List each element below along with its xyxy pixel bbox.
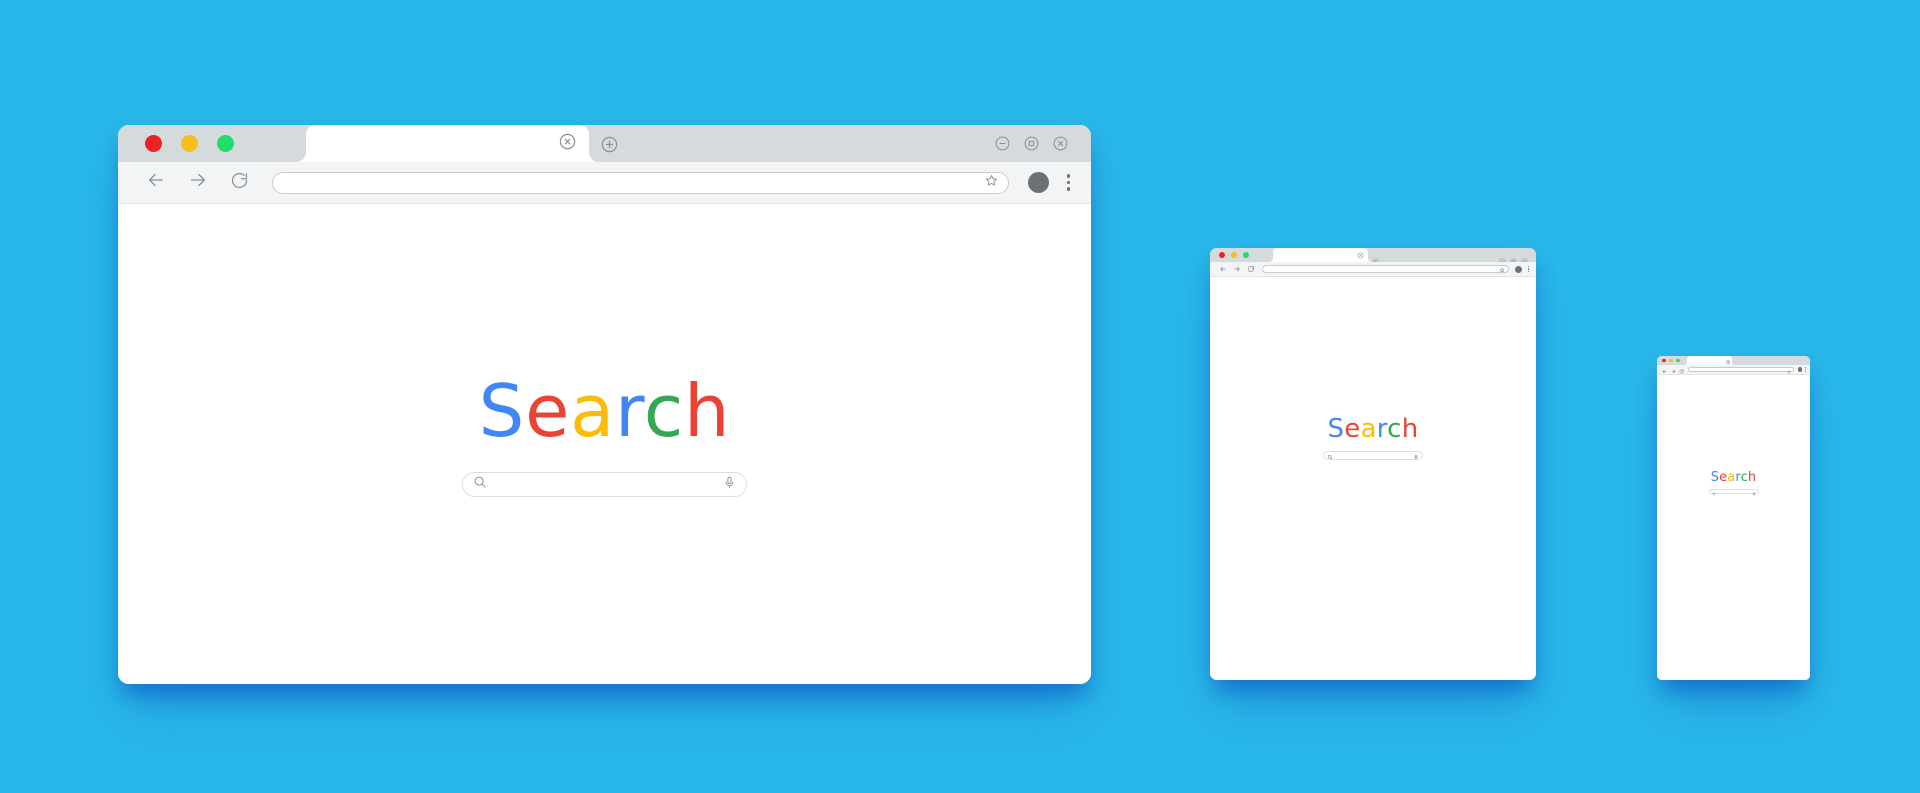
logo-letter-0: S <box>478 369 526 453</box>
browser-window-desktop: Search <box>118 125 1091 684</box>
search-input-phone[interactable] <box>1708 489 1759 496</box>
page-viewport-phone: Search <box>1657 375 1810 680</box>
forward-arrow-icon[interactable] <box>1233 260 1241 278</box>
minimize-light-icon[interactable] <box>181 135 198 152</box>
page-viewport-desktop: Search <box>118 204 1091 684</box>
overflow-menu-icon[interactable] <box>1066 174 1070 191</box>
microphone-icon[interactable] <box>1413 447 1419 465</box>
mockup-stage: Search Search Search <box>0 0 1920 793</box>
search-icon <box>1327 447 1333 465</box>
zoom-light-icon[interactable] <box>217 135 234 152</box>
close-icon[interactable] <box>558 132 577 156</box>
logo-letter-5: h <box>684 369 731 453</box>
maximize-icon[interactable] <box>1023 135 1040 157</box>
zoom-light-icon[interactable] <box>1243 252 1249 258</box>
logo-letter-1: e <box>525 369 571 453</box>
back-arrow-icon[interactable] <box>145 169 167 196</box>
reload-icon[interactable] <box>229 170 250 196</box>
window-close-icon[interactable] <box>1052 135 1069 157</box>
traffic-lights-tablet <box>1219 252 1249 258</box>
forward-arrow-icon[interactable] <box>187 169 209 196</box>
search-icon <box>1712 483 1716 501</box>
browser-window-phone: Search <box>1657 356 1810 680</box>
browser-tab-tablet[interactable] <box>1265 248 1376 262</box>
search-icon <box>472 474 488 495</box>
logo-letter-4: c <box>643 369 684 453</box>
search-logo-desktop: Search <box>479 375 731 447</box>
overflow-menu-icon[interactable] <box>1805 367 1806 372</box>
logo-letter-4: c <box>1740 470 1748 485</box>
logo-letter-3: r <box>1376 414 1388 444</box>
toolbar-tablet <box>1210 262 1536 277</box>
logo-letter-1: e <box>1344 414 1361 444</box>
close-light-icon[interactable] <box>1219 252 1225 258</box>
nav-buttons-tablet <box>1219 260 1255 278</box>
profile-avatar[interactable] <box>1514 265 1522 273</box>
nav-buttons-desktop <box>145 169 250 196</box>
logo-letter-4: c <box>1387 414 1402 444</box>
toolbar-phone <box>1657 365 1810 375</box>
logo-letter-2: a <box>570 369 615 453</box>
search-logo-phone: Search <box>1711 471 1757 484</box>
search-logo-tablet: Search <box>1328 416 1419 442</box>
traffic-lights-desktop <box>145 135 234 152</box>
new-tab-icon[interactable] <box>600 135 619 159</box>
close-light-icon[interactable] <box>145 135 162 152</box>
toolbar-desktop <box>118 162 1091 204</box>
browser-tab-desktop[interactable] <box>286 125 609 162</box>
bookmark-star-icon[interactable] <box>984 173 999 193</box>
browser-tab-phone[interactable] <box>1681 356 1738 365</box>
tab-curve-left <box>286 142 306 162</box>
titlebar-desktop <box>118 125 1091 162</box>
page-viewport-tablet: Search <box>1210 277 1536 680</box>
url-bar-tablet[interactable] <box>1262 265 1509 273</box>
logo-letter-0: S <box>1327 414 1345 444</box>
bookmark-star-icon[interactable] <box>1499 260 1505 278</box>
search-input-desktop[interactable] <box>462 472 747 497</box>
back-arrow-icon[interactable] <box>1219 260 1227 278</box>
minimize-icon[interactable] <box>994 135 1011 157</box>
titlebar-tablet <box>1210 248 1536 264</box>
microphone-icon[interactable] <box>722 475 737 495</box>
profile-avatar[interactable] <box>1027 172 1049 193</box>
url-bar-desktop[interactable] <box>272 171 1009 194</box>
reload-icon[interactable] <box>1247 260 1255 278</box>
logo-letter-5: h <box>1401 414 1419 444</box>
minimize-light-icon[interactable] <box>1231 252 1237 258</box>
window-controls-desktop <box>994 135 1069 157</box>
logo-letter-3: r <box>614 369 644 453</box>
search-input-tablet[interactable] <box>1323 451 1423 460</box>
browser-window-tablet: Search <box>1210 248 1536 680</box>
microphone-icon[interactable] <box>1752 483 1756 501</box>
logo-letter-2: a <box>1360 414 1377 444</box>
url-bar-phone[interactable] <box>1688 366 1794 373</box>
profile-avatar[interactable] <box>1797 367 1803 372</box>
tab-curve-right <box>589 142 609 162</box>
overflow-menu-icon[interactable] <box>1527 265 1529 273</box>
